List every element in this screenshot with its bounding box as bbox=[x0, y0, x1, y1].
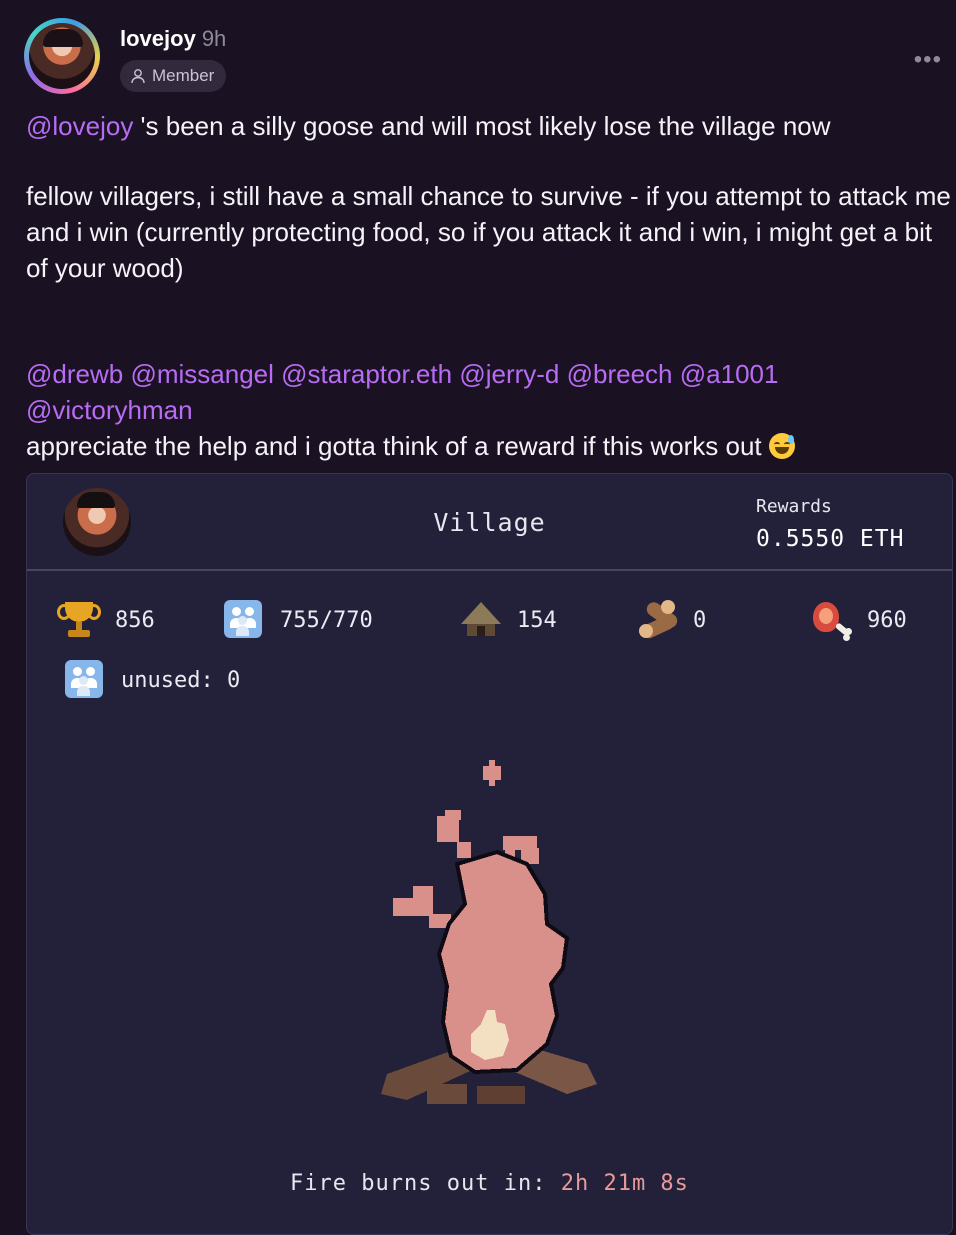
user-icon bbox=[130, 68, 146, 84]
stat-wood: 0 bbox=[635, 598, 706, 642]
closing-text: appreciate the help and i gotta think of… bbox=[26, 431, 762, 461]
post-body: @lovejoy 's been a silly goose and will … bbox=[26, 108, 956, 464]
post-line-1: @lovejoy 's been a silly goose and will … bbox=[26, 108, 956, 144]
mention-link[interactable]: @staraptor.eth bbox=[281, 359, 452, 389]
mention-link[interactable]: @missangel bbox=[130, 359, 273, 389]
villagers-icon bbox=[222, 598, 266, 642]
author-username[interactable]: lovejoy bbox=[120, 26, 196, 51]
stat-trophies: 856 bbox=[57, 598, 155, 642]
villagers-icon bbox=[63, 658, 107, 702]
rewards-value: 0.5550 ETH bbox=[756, 526, 905, 552]
mention-link[interactable]: @victoryhman bbox=[26, 395, 193, 425]
mention-link[interactable]: @jerry-d bbox=[459, 359, 559, 389]
hut-icon bbox=[459, 598, 503, 642]
post-closing: appreciate the help and i gotta think of… bbox=[26, 428, 956, 464]
fire-timer: Fire burns out in: 2h 21m 8s bbox=[27, 1171, 952, 1196]
post-text: 's been a silly goose and will most like… bbox=[133, 111, 831, 141]
unused-value: unused: 0 bbox=[121, 667, 241, 693]
huts-value: 154 bbox=[517, 607, 557, 633]
trophy-icon bbox=[57, 598, 101, 642]
mention-link[interactable]: @lovejoy bbox=[26, 111, 133, 141]
trophies-value: 856 bbox=[115, 607, 155, 633]
mention-link[interactable]: @breech bbox=[567, 359, 673, 389]
campfire-icon bbox=[367, 754, 607, 1134]
food-value: 960 bbox=[867, 607, 907, 633]
stat-food: 960 bbox=[809, 598, 907, 642]
author-name-row: lovejoy 9h bbox=[120, 26, 226, 52]
stat-villagers: 755/770 bbox=[222, 598, 373, 642]
author-avatar[interactable] bbox=[24, 18, 100, 94]
villagers-value: 755/770 bbox=[280, 607, 373, 633]
post-header: lovejoy 9h Member ••• bbox=[0, 0, 956, 110]
wood-value: 0 bbox=[693, 607, 707, 633]
game-header: Village Rewards 0.5550 ETH bbox=[27, 474, 952, 571]
meat-icon bbox=[809, 598, 853, 642]
stat-huts: 154 bbox=[459, 598, 557, 642]
avatar-image bbox=[29, 23, 95, 89]
timer-label: Fire burns out in: bbox=[290, 1171, 561, 1196]
wood-log-icon bbox=[635, 598, 680, 642]
stat-unused: unused: 0 bbox=[63, 658, 240, 702]
post-paragraph-2: fellow villagers, i still have a small c… bbox=[26, 181, 951, 283]
more-icon[interactable]: ••• bbox=[914, 48, 942, 72]
badge-label: Member bbox=[152, 66, 215, 85]
mention-link[interactable]: @a1001 bbox=[680, 359, 779, 389]
member-badge: Member bbox=[120, 60, 227, 92]
mention-list: @drewb @missangel @staraptor.eth @jerry-… bbox=[26, 356, 956, 428]
rewards-label: Rewards bbox=[756, 496, 832, 517]
grin-sweat-emoji-icon bbox=[768, 433, 795, 459]
timer-value: 2h 21m 8s bbox=[560, 1171, 689, 1196]
game-embed-card[interactable]: Village Rewards 0.5550 ETH 856 755/770 1… bbox=[26, 473, 953, 1235]
post-timestamp: 9h bbox=[201, 26, 227, 51]
mention-link[interactable]: @drewb bbox=[26, 359, 123, 389]
